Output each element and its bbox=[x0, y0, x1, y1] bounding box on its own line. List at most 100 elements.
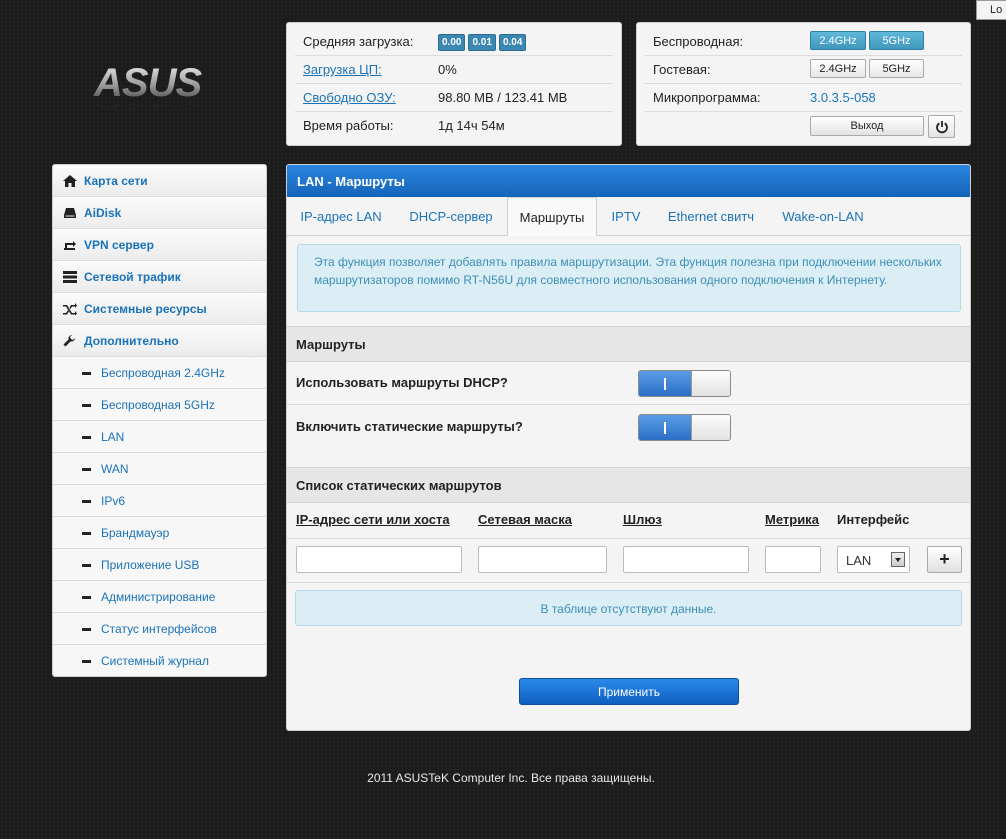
sidebar-item-aidisk[interactable]: AiDisk bbox=[53, 197, 266, 229]
guest-row: Гостевая: 2.4GHz 5GHz bbox=[645, 55, 962, 84]
power-icon bbox=[935, 121, 948, 134]
sidebar-item-label: VPN сервер bbox=[84, 238, 154, 252]
toggle-knob bbox=[691, 371, 730, 396]
sidebar-item-label: Карта сети bbox=[84, 174, 148, 188]
column-header-network: IP-адрес сети или хоста bbox=[296, 512, 450, 527]
static-routes-row: Включить статические маршруты? bbox=[287, 405, 970, 467]
guest-5ghz-button[interactable]: 5GHz bbox=[869, 59, 924, 78]
toggle-knob bbox=[691, 415, 730, 440]
network-address-input[interactable] bbox=[296, 546, 462, 573]
tab-wake-on-lan[interactable]: Wake-on-LAN bbox=[767, 197, 879, 235]
dash-icon bbox=[82, 660, 91, 663]
free-ram-row: Свободно ОЗУ: 98.80 MB / 123.41 MB bbox=[295, 83, 613, 112]
load-badge: 0.01 bbox=[468, 34, 496, 51]
sidebar-subitem-label: Беспроводная 2.4GHz bbox=[101, 366, 225, 380]
dash-icon bbox=[82, 596, 91, 599]
sidebar-subitem-usb-app[interactable]: Приложение USB bbox=[53, 549, 266, 581]
firmware-label: Микропрограмма: bbox=[653, 90, 761, 105]
sidebar-item-system-resources[interactable]: Системные ресурсы bbox=[53, 293, 266, 325]
dash-icon bbox=[82, 628, 91, 631]
wireless-label: Беспроводная: bbox=[653, 34, 744, 49]
free-ram-link[interactable]: Свободно ОЗУ: bbox=[303, 90, 396, 105]
free-ram-value: 98.80 MB / 123.41 MB bbox=[438, 90, 568, 105]
system-status-panel: Средняя загрузка: 0.00 0.01 0.04 Загрузка … bbox=[286, 22, 622, 146]
tab-routes[interactable]: Маршруты bbox=[507, 197, 597, 236]
svg-text:ASUS: ASUS bbox=[93, 61, 202, 105]
dash-icon bbox=[82, 404, 91, 407]
sidebar-item-network-map[interactable]: Карта сети bbox=[53, 165, 266, 197]
netmask-input[interactable] bbox=[478, 546, 607, 573]
sidebar-subitem-ipv6[interactable]: IPv6 bbox=[53, 485, 266, 517]
sidebar-subitem-wireless-5[interactable]: Беспроводная 5GHz bbox=[53, 389, 266, 421]
cpu-load-link[interactable]: Загрузка ЦП: bbox=[303, 62, 382, 77]
sidebar-subitem-label: WAN bbox=[101, 462, 129, 476]
vpn-icon bbox=[64, 241, 76, 250]
cpu-load-value: 0% bbox=[438, 62, 457, 77]
toggle-on-mark bbox=[664, 378, 666, 390]
sidebar-subitem-lan[interactable]: LAN bbox=[53, 421, 266, 453]
average-load-values: 0.00 0.01 0.04 bbox=[438, 33, 529, 51]
add-route-button[interactable]: + bbox=[927, 546, 962, 573]
column-header-interface: Интерфейс bbox=[837, 512, 910, 527]
chevron-down-icon bbox=[891, 552, 905, 567]
sidebar-subitem-wireless-24[interactable]: Беспроводная 2.4GHz bbox=[53, 357, 266, 389]
load-badge: 0.04 bbox=[498, 34, 527, 51]
sidebar-subitem-system-log[interactable]: Системный журнал bbox=[53, 645, 266, 676]
guest-24ghz-button[interactable]: 2.4GHz bbox=[810, 59, 866, 78]
dhcp-routes-toggle[interactable] bbox=[638, 370, 731, 397]
average-load-row: Средняя загрузка: 0.00 0.01 0.04 bbox=[295, 27, 613, 56]
static-list-section-header: Список статических маршрутов bbox=[287, 467, 970, 503]
sidebar-item-vpn-server[interactable]: VPN сервер bbox=[53, 229, 266, 261]
sidebar-item-traffic[interactable]: Сетевой трафик bbox=[53, 261, 266, 293]
empty-table-message: В таблице отсутствуют данные. bbox=[295, 590, 962, 626]
sidebar-subitem-label: LAN bbox=[101, 430, 125, 444]
firmware-version-link[interactable]: 3.0.3.5-058 bbox=[810, 90, 876, 105]
main-panel: LAN - Маршруты IP-адрес LAN DHCP-сервер … bbox=[286, 164, 971, 731]
sidebar-subitem-interface-status[interactable]: Статус интерфейсов bbox=[53, 613, 266, 645]
toggle-on-mark bbox=[664, 422, 666, 434]
reboot-button[interactable] bbox=[928, 115, 955, 138]
uptime-label: Время работы: bbox=[303, 118, 394, 133]
disk-icon bbox=[64, 208, 76, 218]
column-header-netmask: Сетевая маска bbox=[478, 512, 572, 527]
uptime-row: Время работы: 1д 14ч 54м bbox=[295, 111, 613, 139]
tab-dhcp-server[interactable]: DHCP-сервер bbox=[395, 197, 507, 235]
tab-iptv[interactable]: IPTV bbox=[597, 197, 655, 235]
dhcp-routes-label: Использовать маршруты DHCP? bbox=[296, 375, 508, 390]
tab-ethernet-switch[interactable]: Ethernet свитч bbox=[655, 197, 767, 235]
wireless-24ghz-button[interactable]: 2.4GHz bbox=[810, 31, 866, 50]
static-routes-toggle[interactable] bbox=[638, 414, 731, 441]
logout-button[interactable]: Выход bbox=[810, 116, 924, 136]
sidebar-subitem-label: Беспроводная 5GHz bbox=[101, 398, 215, 412]
cpu-load-row: Загрузка ЦП: 0% bbox=[295, 55, 613, 84]
tab-bar: IP-адрес LAN DHCP-сервер Маршруты IPTV E… bbox=[287, 197, 970, 236]
sidebar-subitem-label: Приложение USB bbox=[101, 558, 200, 572]
page-title: LAN - Маршруты bbox=[287, 165, 970, 197]
sidebar-subitem-label: Брандмауэр bbox=[101, 526, 170, 540]
metric-input[interactable] bbox=[765, 546, 821, 573]
column-header-gateway: Шлюз bbox=[623, 512, 662, 527]
load-badge: 0.00 bbox=[438, 34, 466, 51]
sidebar-subitem-administration[interactable]: Администрирование bbox=[53, 581, 266, 613]
dash-icon bbox=[82, 532, 91, 535]
info-box: Эта функция позволяет добавлять правила … bbox=[297, 244, 961, 312]
asus-logo: ASUS ASUS bbox=[92, 60, 234, 113]
sidebar-subitem-label: Системный журнал bbox=[101, 654, 209, 668]
dash-icon bbox=[82, 436, 91, 439]
resources-icon bbox=[63, 303, 77, 315]
gateway-input[interactable] bbox=[623, 546, 749, 573]
svg-text:ASUS: ASUS bbox=[93, 102, 206, 110]
dash-icon bbox=[82, 372, 91, 375]
interface-select[interactable]: LAN bbox=[837, 546, 910, 573]
apply-button[interactable]: Применить bbox=[519, 678, 739, 705]
average-load-label: Средняя загрузка: bbox=[303, 34, 414, 49]
sidebar-subitem-firewall[interactable]: Брандмауэр bbox=[53, 517, 266, 549]
wireless-row: Беспроводная: 2.4GHz 5GHz bbox=[645, 27, 962, 56]
traffic-icon bbox=[63, 271, 77, 283]
tab-lan-ip[interactable]: IP-адрес LAN bbox=[287, 197, 395, 235]
sidebar-subitem-wan[interactable]: WAN bbox=[53, 453, 266, 485]
wireless-5ghz-button[interactable]: 5GHz bbox=[869, 31, 924, 50]
guest-label: Гостевая: bbox=[653, 62, 711, 77]
top-right-stub[interactable]: Lo bbox=[976, 0, 1006, 20]
sidebar-item-advanced[interactable]: Дополнительно bbox=[53, 325, 266, 357]
